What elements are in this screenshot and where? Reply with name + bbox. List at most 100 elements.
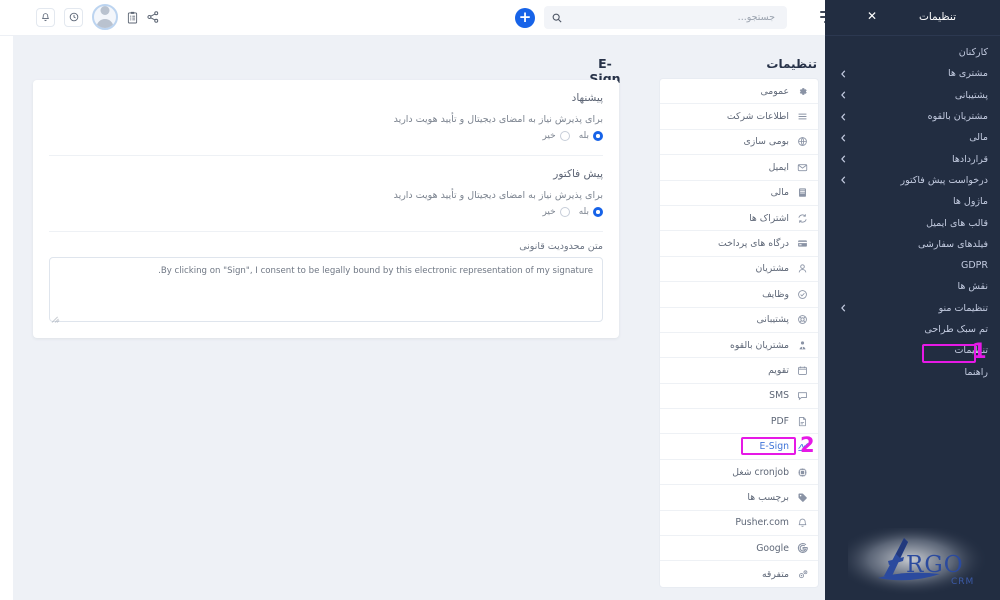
sidebar-item-label: فیلدهای سفارشی [918,239,988,250]
side-panel-title: تنظیمات [919,11,956,23]
radio-option-yes[interactable]: بله [579,207,603,217]
settings-item-pdf[interactable]: PDF [660,409,818,434]
bell-icon[interactable] [36,8,55,27]
settings-item-leads[interactable]: مشتریان بالقوه [660,333,818,358]
sidebar-item-support[interactable]: پشتیبانی [825,85,1000,106]
book-icon [796,186,809,199]
globe-icon [796,135,809,148]
add-button[interactable]: + [515,8,535,28]
argo-crm-logo: RGO CRM [848,528,988,594]
search-input[interactable] [562,12,779,23]
chevron-left-icon [841,113,846,121]
chat-icon [796,389,809,402]
radio-dot[interactable] [560,207,570,217]
section-title: پیشنهاد [49,92,603,104]
topbar-tools [36,4,159,30]
sidebar-item-roles[interactable]: نقش ها [825,276,1000,297]
topbar-search-group: + [515,6,787,29]
sidebar-item-theme-style[interactable]: تم سبک طراحی [825,319,1000,340]
sidebar-item-contracts[interactable]: قراردادها [825,148,1000,169]
sidebar-item-proforma-request[interactable]: درخواست پیش فاکتور [825,170,1000,191]
radio-label: خیر [542,207,555,217]
settings-item-sms[interactable]: SMS [660,384,818,409]
settings-item-tags[interactable]: برچسب ها [660,485,818,510]
sidebar-item-leads[interactable]: مشتریان بالقوه [825,106,1000,127]
settings-item-general[interactable]: عمومی [660,79,818,104]
clock-icon[interactable] [64,8,83,27]
radio-option-yes[interactable]: بله [579,131,603,141]
sidebar-item-email-templates[interactable]: قالب های ایمیل [825,212,1000,233]
settings-item-label: تقویم [768,365,789,376]
settings-item-localization[interactable]: بومی سازی [660,130,818,155]
settings-item-google[interactable]: Google [660,536,818,561]
sidebar-item-finance[interactable]: مالی [825,127,1000,148]
bell-icon [796,516,809,529]
settings-item-payment-gateways[interactable]: درگاه های پرداخت [660,231,818,256]
settings-item-label: مشتریان [756,263,789,274]
sidebar-item-help[interactable]: راهنما [825,361,1000,382]
settings-item-subscriptions[interactable]: اشتراک ها [660,206,818,231]
section-description: برای پذیرش نیاز به امضای دیجیتال و تأیید… [49,190,603,201]
sidebar-item-label: قراردادها [952,154,988,165]
settings-item-label: مشتریان بالقوه [730,340,789,351]
close-icon[interactable]: ✕ [865,9,879,23]
settings-item-cronjob[interactable]: cronjob شغل [660,460,818,485]
envelope-icon [796,161,809,174]
settings-item-customers[interactable]: مشتریان [660,257,818,282]
radio-label: بله [579,207,589,217]
settings-item-label: مالی [771,187,789,198]
legal-text-input[interactable] [49,257,603,322]
sync-icon [796,212,809,225]
chevron-left-icon [841,91,846,99]
settings-item-calendar[interactable]: تقویم [660,358,818,383]
share-icon[interactable] [147,11,159,23]
settings-item-label: اطلاعات شرکت [727,111,789,122]
sidebar-item-label: نقش ها [958,281,989,292]
sidebar-item-custom-fields[interactable]: فیلدهای سفارشی [825,234,1000,255]
sidebar-item-menu-settings[interactable]: تنظیمات منو [825,298,1000,319]
microchip-icon [796,466,809,479]
svg-text:CRM: CRM [951,577,974,587]
clipboard-icon[interactable] [127,11,138,24]
radio-group-proforma: بله خیر [49,207,603,217]
sidebar-item-customers[interactable]: مشتری ها [825,63,1000,84]
sidebar-item-label: راهنما [965,367,989,378]
radio-dot-selected[interactable] [593,207,603,217]
user-icon [796,262,809,275]
section-description: برای پذیرش نیاز به امضای دیجیتال و تأیید… [49,114,603,125]
user-tie-icon [796,339,809,352]
radio-group-proposal: بله خیر [49,131,603,141]
settings-item-misc[interactable]: متفرقه [660,561,818,586]
sidebar-item-label: پشتیبانی [955,90,988,101]
settings-item-pusher[interactable]: Pusher.com [660,511,818,536]
section-title: پیش فاکتور [49,168,603,180]
search-box[interactable] [544,6,787,29]
settings-item-company-info[interactable]: اطلاعات شرکت [660,104,818,129]
avatar[interactable] [92,4,118,30]
radio-dot-selected[interactable] [593,131,603,141]
settings-menu-list: عمومی اطلاعات شرکت بومی سازی ایمیل مالی [659,78,819,588]
svg-text:RGO: RGO [906,552,964,578]
settings-item-label: cronjob شغل [732,467,789,478]
chevron-left-icon [841,155,846,163]
page-title-settings: تنظیمات [766,57,817,71]
radio-dot[interactable] [560,131,570,141]
settings-item-label: وظایف [762,289,789,300]
settings-item-label: PDF [771,416,789,427]
sidebar-item-staff[interactable]: کارکنان [825,42,1000,63]
settings-item-esign[interactable]: E-Sign [660,434,818,459]
settings-item-tasks[interactable]: وظایف [660,282,818,307]
sidebar-item-gdpr[interactable]: GDPR [825,255,1000,276]
sidebar-item-modules[interactable]: ماژول ها [825,191,1000,212]
radio-option-no[interactable]: خیر [542,131,569,141]
settings-item-support[interactable]: پشتیبانی [660,308,818,333]
settings-item-email[interactable]: ایمیل [660,155,818,180]
annotation-step-1: 1 [972,341,987,362]
radio-option-no[interactable]: خیر [542,207,569,217]
settings-item-finance[interactable]: مالی [660,181,818,206]
settings-item-label: ایمیل [769,162,789,173]
chevron-left-icon [841,70,846,78]
settings-item-label: برچسب ها [747,492,789,503]
sidebar-item-label: کارکنان [959,47,988,58]
settings-item-label: Pusher.com [735,517,789,528]
